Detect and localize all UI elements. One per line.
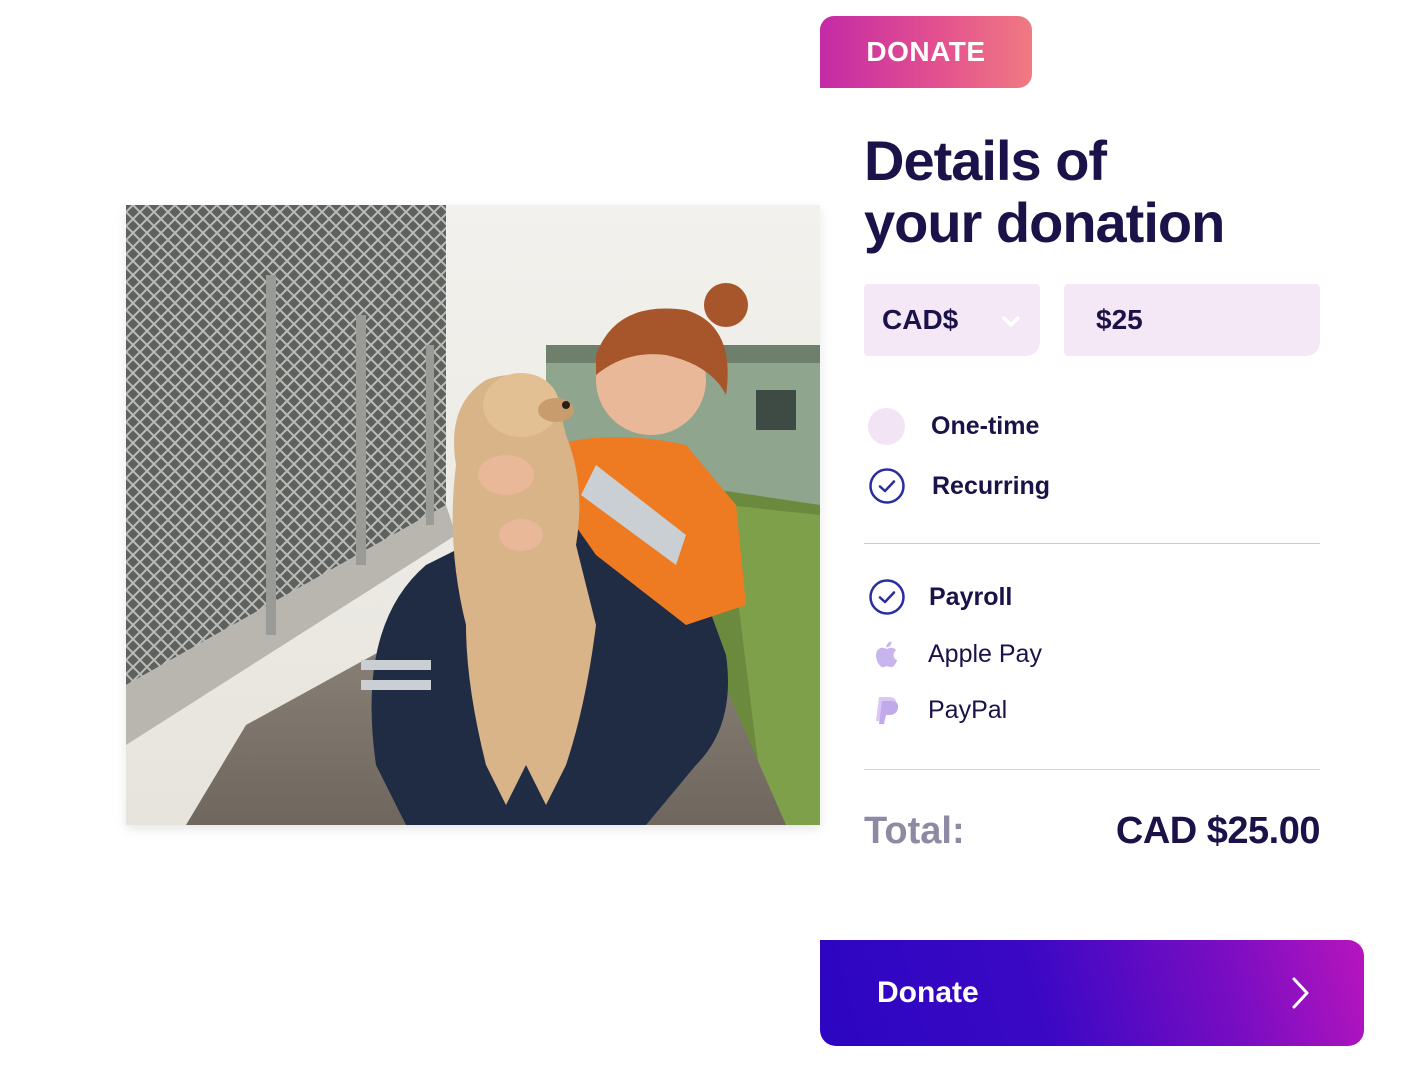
frequency-option-recurring[interactable]: Recurring	[868, 466, 1050, 506]
check-circle-icon[interactable]	[868, 578, 906, 616]
payment-option-payroll[interactable]: Payroll	[868, 577, 1012, 617]
amount-input[interactable]: $25	[1064, 284, 1320, 356]
paypal-icon	[876, 697, 899, 724]
payment-label: PayPal	[928, 695, 1008, 724]
amount-value: $25	[1096, 304, 1143, 335]
title-line-1: Details of	[864, 129, 1107, 192]
check-circle-icon[interactable]	[868, 467, 906, 505]
page-title: Details of your donation	[864, 130, 1344, 254]
option-label: Recurring	[932, 471, 1051, 500]
payment-option-apple-pay[interactable]: Apple Pay	[868, 634, 1042, 674]
currency-value: CAD$	[882, 304, 959, 335]
radio-unchecked-icon[interactable]	[868, 407, 905, 445]
option-label: One-time	[931, 411, 1040, 440]
frequency-option-one-time[interactable]: One-time	[868, 406, 1039, 446]
donate-tab: DONATE	[820, 16, 1032, 88]
divider	[864, 769, 1320, 770]
payment-label: Apple Pay	[928, 639, 1042, 668]
apple-icon	[876, 641, 898, 668]
payment-option-paypal[interactable]: PayPal	[868, 690, 1007, 730]
chevron-right-icon	[1292, 977, 1309, 1009]
donate-button[interactable]: Donate	[820, 940, 1364, 1046]
total-label: Total:	[864, 810, 965, 852]
currency-select[interactable]: CAD$	[864, 284, 1040, 356]
total-value: CAD $25.00	[1115, 810, 1321, 852]
chevron-down-icon	[1002, 316, 1020, 327]
hero-photo	[126, 205, 820, 825]
donate-button-label: Donate	[877, 976, 979, 1009]
payment-label: Payroll	[929, 582, 1013, 611]
volunteer-with-dog-image	[126, 205, 820, 825]
title-line-2: your donation	[864, 191, 1225, 254]
divider	[864, 543, 1320, 544]
